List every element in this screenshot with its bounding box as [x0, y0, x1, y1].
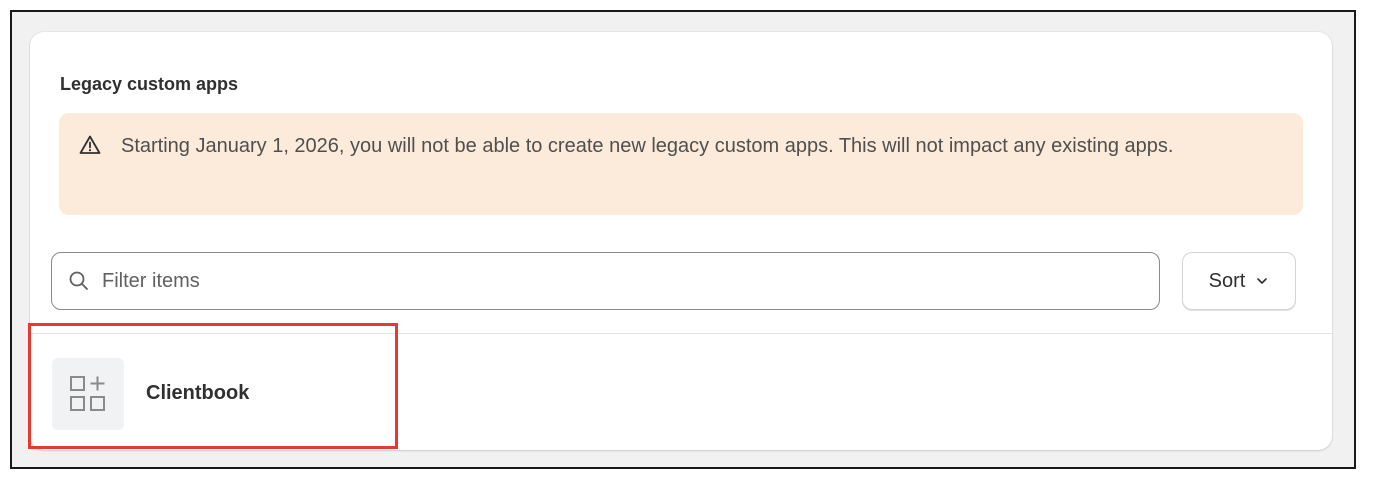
- warning-triangle-icon: [79, 135, 101, 154]
- chevron-down-icon: [1257, 278, 1268, 284]
- search-icon: [69, 271, 88, 290]
- screenshot-frame: Legacy custom apps Starting January 1, 2…: [10, 10, 1356, 469]
- warning-banner-text: Starting January 1, 2026, you will not b…: [121, 135, 1174, 157]
- legacy-apps-card: Legacy custom apps Starting January 1, 2…: [30, 32, 1332, 450]
- app-grid-plus-icon: [70, 376, 105, 411]
- filter-field[interactable]: [51, 252, 1160, 310]
- section-title: Legacy custom apps: [60, 74, 239, 94]
- filter-input[interactable]: [102, 263, 1132, 299]
- app-name[interactable]: Clientbook: [146, 382, 249, 405]
- sort-button[interactable]: Sort: [1182, 252, 1296, 310]
- warning-banner: Starting January 1, 2026, you will not b…: [59, 113, 1303, 215]
- sort-button-label: Sort: [1208, 269, 1246, 292]
- app-list-item[interactable]: Clientbook: [30, 334, 1332, 450]
- app-thumbnail: [52, 358, 124, 430]
